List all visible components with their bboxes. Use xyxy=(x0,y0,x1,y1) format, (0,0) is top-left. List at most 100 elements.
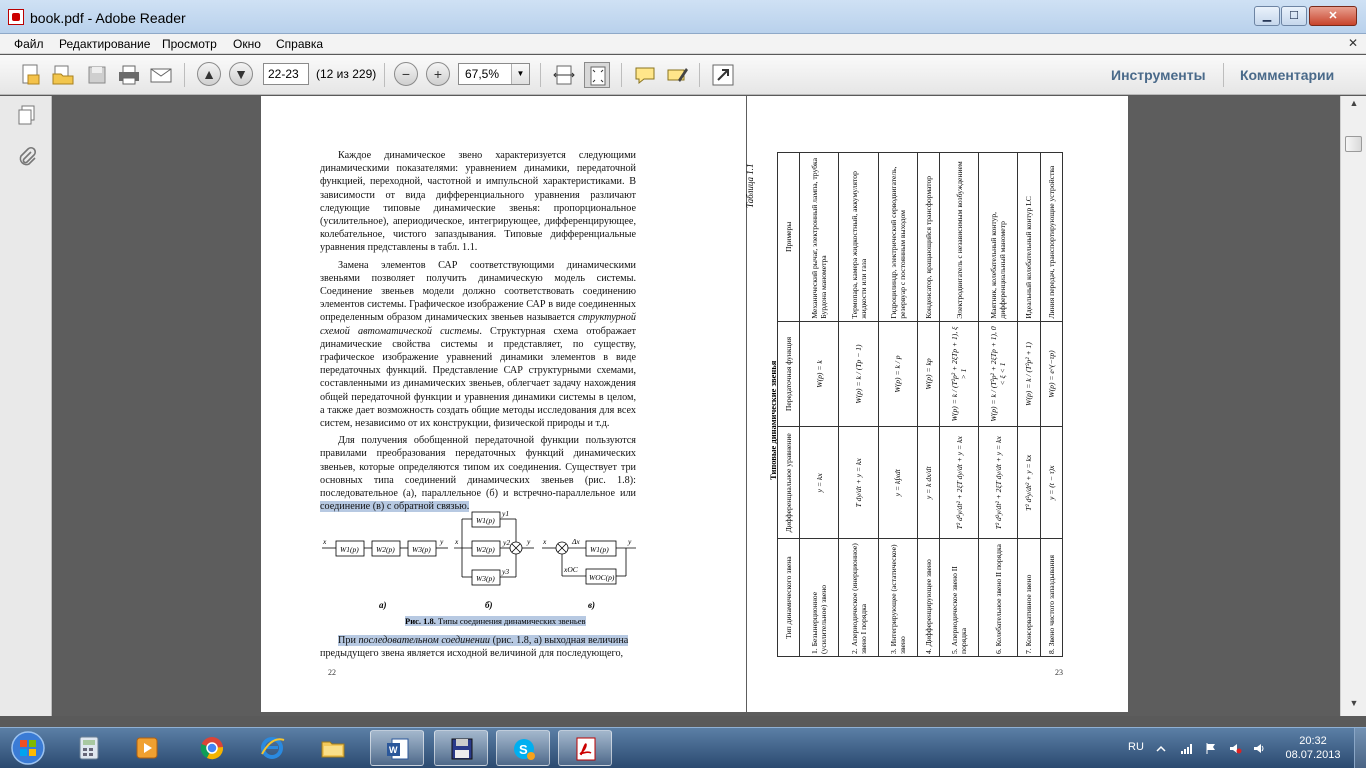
comment-icon[interactable] xyxy=(632,62,658,88)
diagram-block: W2(p) xyxy=(376,545,395,554)
toolbar-separator xyxy=(540,63,541,87)
page-23: Таблица 1.1 Типовые динамические звенья … xyxy=(745,96,1128,712)
tools-pane-link[interactable]: Инструменты xyxy=(1111,67,1206,83)
menu-window[interactable]: Окно xyxy=(233,37,261,51)
show-desktop-button[interactable] xyxy=(1354,728,1366,768)
figure-1-8-diagram: x W1(p) W2(p) W3(p) y x W1(p) W2(p) W3(p… xyxy=(322,510,636,586)
diagram-label: Δx xyxy=(571,537,580,546)
fit-page-icon[interactable] xyxy=(584,62,610,88)
page-number: 22 xyxy=(328,668,336,677)
open-folder-icon[interactable] xyxy=(50,62,76,88)
diagram-label: x xyxy=(322,537,327,546)
toolbar-separator xyxy=(621,63,622,87)
taskbar-save-manager[interactable] xyxy=(434,730,488,766)
page-number-input[interactable] xyxy=(263,63,309,85)
table-header: Тип динамического звена xyxy=(777,538,800,657)
diagram-label: y3 xyxy=(501,567,509,576)
diagram-block: WOC(p) xyxy=(589,573,615,582)
page-thumbnails-icon[interactable] xyxy=(16,104,38,126)
menu-bar: Файл Редактирование Просмотр Окно Справк… xyxy=(0,34,1366,54)
diagram-label: x xyxy=(542,537,547,546)
svg-text:S: S xyxy=(519,742,528,757)
start-button[interactable] xyxy=(4,729,52,767)
menu-file[interactable]: Файл xyxy=(14,37,44,51)
close-button[interactable]: ✕ xyxy=(1309,6,1357,26)
figure-caption: Рис. 1.8. Типы соединения динамических з… xyxy=(405,616,586,626)
system-clock[interactable]: 20:32 08.07.2013 xyxy=(1278,734,1348,762)
diagram-label: y xyxy=(627,537,632,546)
zoom-select[interactable]: 67,5% ▼ xyxy=(458,63,530,85)
comments-pane-link[interactable]: Комментарии xyxy=(1240,67,1334,83)
table-row: 5. Апериодическое звено II порядка T² d²y… xyxy=(939,152,979,657)
table-row: 1. Безынерционное (усилительное) звено y … xyxy=(799,152,839,657)
taskbar-internet-explorer[interactable] xyxy=(245,730,299,766)
page-22-text: Каждое динамическое звено характеризуетс… xyxy=(320,149,636,517)
toolbar-separator xyxy=(384,63,385,87)
vertical-scrollbar[interactable]: ▲ ▼ xyxy=(1340,96,1366,716)
scroll-down-icon[interactable]: ▼ xyxy=(1346,698,1362,714)
next-page-button[interactable]: ▼ xyxy=(229,62,253,86)
chevron-down-icon[interactable]: ▼ xyxy=(511,64,529,84)
fit-width-icon[interactable] xyxy=(551,62,577,88)
taskbar-adobe-reader[interactable] xyxy=(558,730,612,766)
tray-arrow-icon[interactable] xyxy=(1154,742,1168,755)
diagram-label: y xyxy=(526,537,531,546)
speaker-icon[interactable] xyxy=(1252,742,1266,755)
paragraph: Для получения обобщенной передаточной фу… xyxy=(320,435,636,513)
document-viewer[interactable]: Каждое динамическое звено характеризуетс… xyxy=(53,96,1340,716)
table-header: Дифференциальное уравнение xyxy=(777,426,800,539)
print-icon[interactable] xyxy=(116,62,142,88)
toolbar-separator xyxy=(184,63,185,87)
email-icon[interactable] xyxy=(148,62,174,88)
minimize-button[interactable]: ▁ xyxy=(1254,6,1280,26)
menu-edit[interactable]: Редактирование xyxy=(59,37,150,51)
taskbar-explorer[interactable] xyxy=(306,730,360,766)
diagram-block: W1(p) xyxy=(590,545,609,554)
menu-help[interactable]: Справка xyxy=(276,37,323,51)
diagram-label: x xyxy=(454,537,459,546)
scroll-up-icon[interactable]: ▲ xyxy=(1346,98,1362,114)
title-bar: book.pdf - Adobe Reader ▁ ☐ ✕ xyxy=(0,0,1366,34)
table-row: 2. Апериодическое (инерционное) звено I … xyxy=(838,152,879,657)
figure-label-b: б) xyxy=(485,600,493,610)
zoom-value: 67,5% xyxy=(465,67,500,81)
network-signal-icon[interactable] xyxy=(1180,742,1194,755)
zoom-in-button[interactable]: + xyxy=(426,62,450,86)
diagram-block: W3(p) xyxy=(412,545,431,554)
taskbar-chrome[interactable] xyxy=(185,730,239,766)
diagram-label: y xyxy=(439,537,444,546)
taskbar-calculator[interactable] xyxy=(62,730,116,766)
maximize-button[interactable]: ☐ xyxy=(1281,6,1307,26)
toolbar-separator xyxy=(699,63,700,87)
create-pdf-icon[interactable] xyxy=(18,62,44,88)
highlight-icon[interactable] xyxy=(664,62,690,88)
save-icon[interactable] xyxy=(84,62,110,88)
toolbar: ▲ ▼ (12 из 229) − + 67,5% ▼ Инструменты … xyxy=(0,55,1366,95)
close-document-icon[interactable]: ✕ xyxy=(1348,36,1358,50)
diagram-block: W1(p) xyxy=(340,545,359,554)
flag-icon[interactable] xyxy=(1204,742,1218,755)
page-count: (12 из 229) xyxy=(316,67,377,81)
previous-page-button[interactable]: ▲ xyxy=(197,62,221,86)
language-indicator[interactable]: RU xyxy=(1128,741,1144,753)
paragraph: Замена элементов САР соответствующими ди… xyxy=(320,259,636,430)
diagram-block: W1(p) xyxy=(476,516,495,525)
attachments-icon[interactable] xyxy=(16,146,38,168)
navigation-pane xyxy=(0,96,52,716)
full-screen-icon[interactable] xyxy=(710,62,736,88)
taskbar-word[interactable]: W xyxy=(370,730,424,766)
figure-label-c: в) xyxy=(588,600,596,610)
taskbar-skype[interactable]: S xyxy=(496,730,550,766)
mute-icon[interactable] xyxy=(1228,742,1242,755)
clock-date: 08.07.2013 xyxy=(1285,749,1341,761)
menu-view[interactable]: Просмотр xyxy=(162,37,217,51)
scrollbar-thumb[interactable] xyxy=(1345,136,1362,152)
table-row: 4. Дифференцирующее звено y = k dx/dt W(p)… xyxy=(917,152,940,657)
svg-text:W: W xyxy=(389,745,398,755)
zoom-out-button[interactable]: − xyxy=(394,62,418,86)
window-title: book.pdf - Adobe Reader xyxy=(30,10,186,26)
table-label: Таблица 1.1 xyxy=(745,163,755,208)
taskbar-media-player[interactable] xyxy=(120,730,174,766)
table-row: 8. Звено чистого запаздывания y = (t − τ)… xyxy=(1040,152,1063,657)
page-22: Каждое динамическое звено характеризуетс… xyxy=(261,96,746,712)
